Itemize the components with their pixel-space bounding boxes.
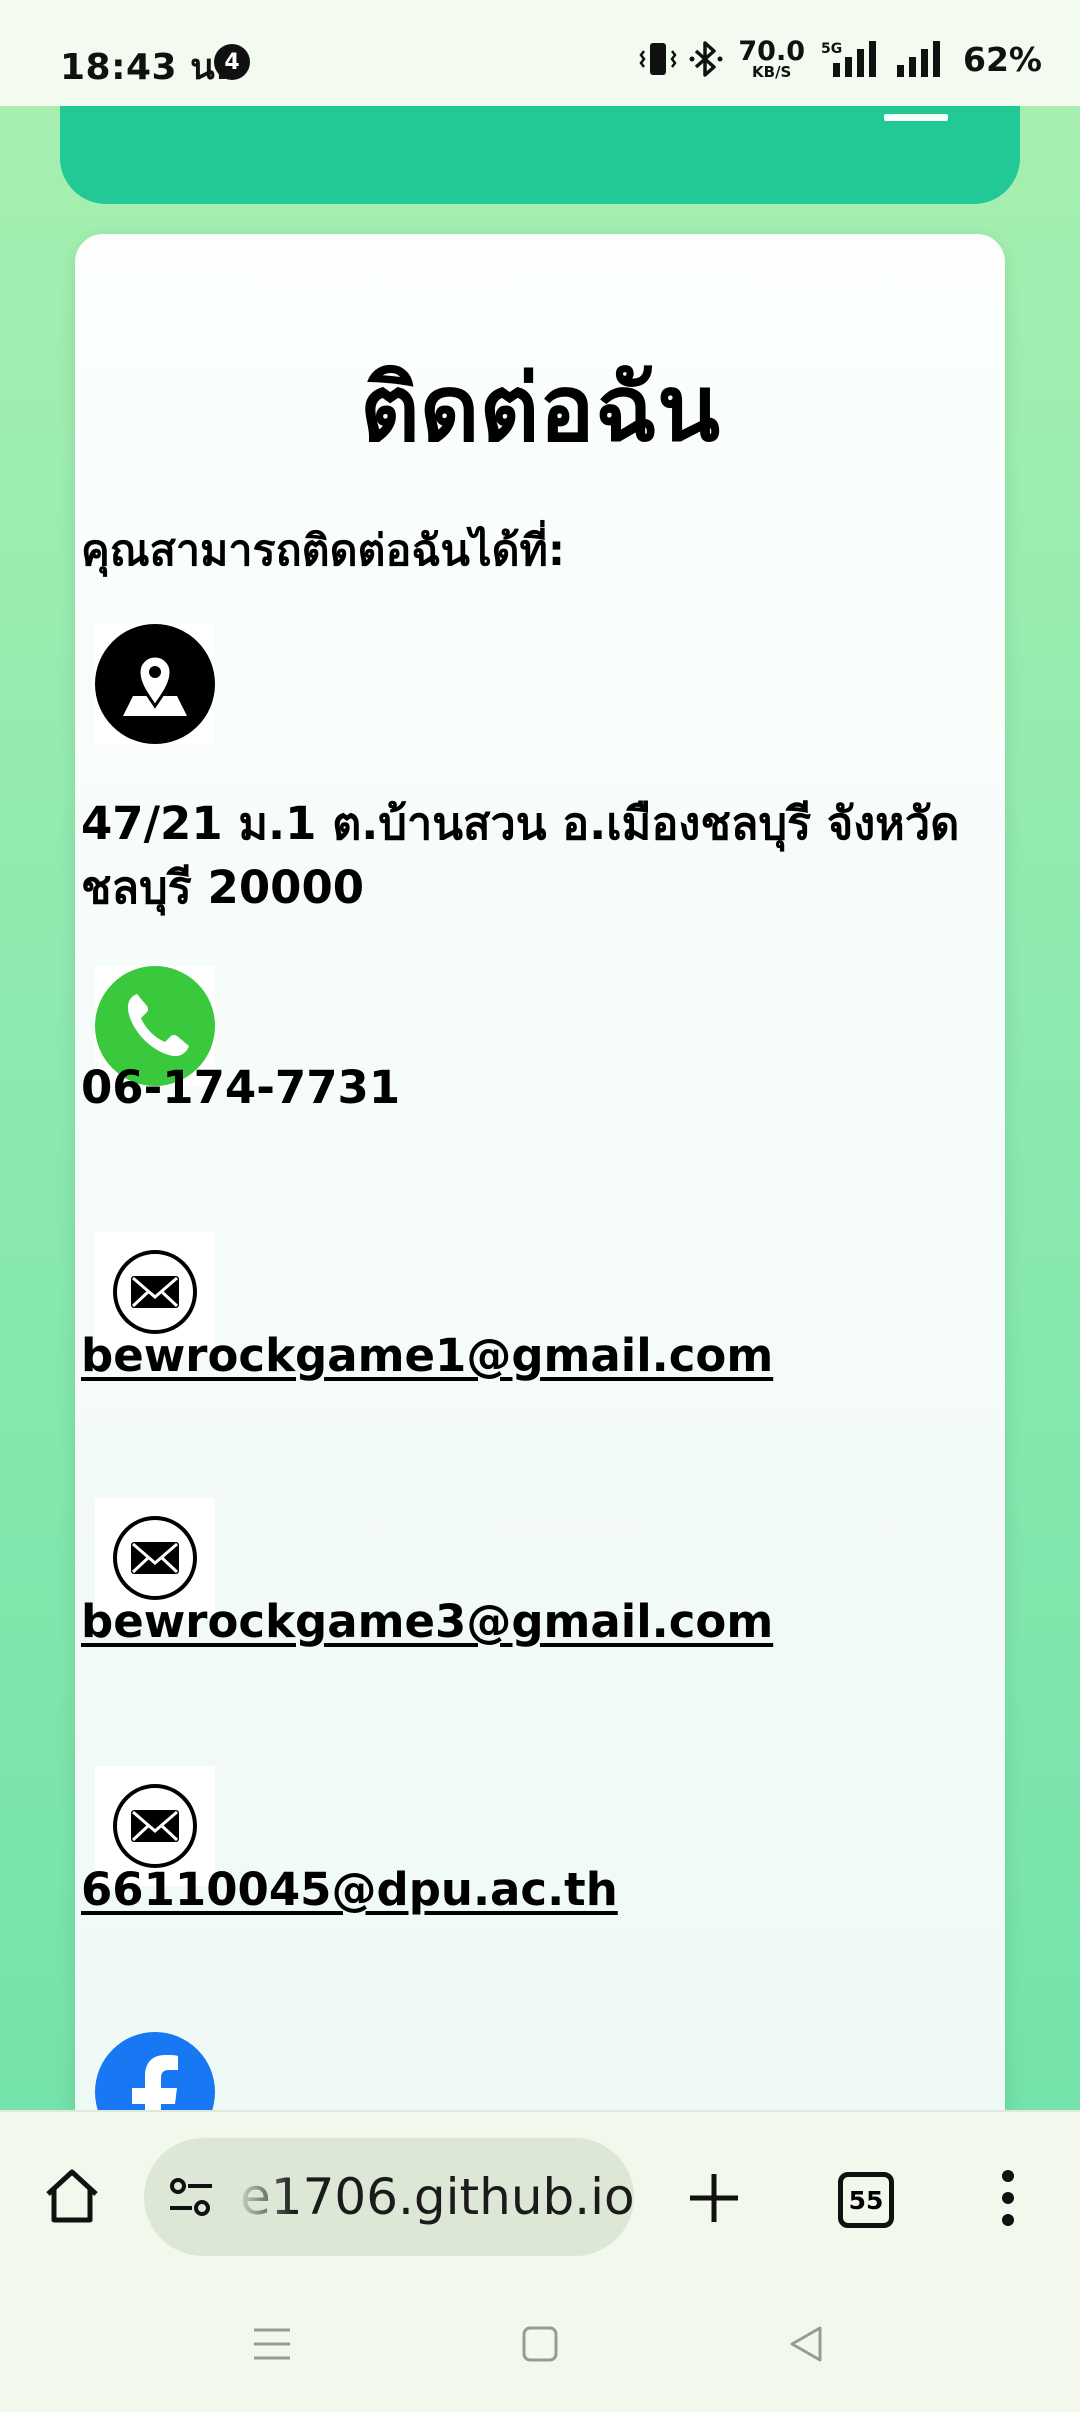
network-speed-unit: KB/S bbox=[752, 63, 792, 81]
phone-number[interactable]: 06-174-7731 bbox=[81, 1056, 991, 1120]
status-indicators: 70.0 KB/S 5G 62% bbox=[638, 34, 1042, 84]
network-speed-value: 70.0 bbox=[738, 36, 805, 67]
back-icon[interactable] bbox=[786, 2324, 826, 2364]
browser-toolbar: e1706.github.io 55 bbox=[0, 2110, 1080, 2284]
system-nav-bar bbox=[0, 2282, 1080, 2412]
home-icon[interactable] bbox=[40, 2164, 104, 2228]
status-bar: 18:43 น. 4 70.0 KB/S 5G 62% bbox=[0, 0, 1080, 106]
contact-subtitle: คุณสามารถติดต่อฉันได้ที่: bbox=[81, 526, 566, 576]
signal-5g-icon: 5G bbox=[821, 41, 876, 77]
svg-text:5G: 5G bbox=[821, 41, 842, 57]
map-pin-icon bbox=[95, 624, 215, 744]
network-speed: 70.0 KB/S bbox=[738, 38, 805, 80]
vibrate-icon bbox=[639, 43, 677, 75]
site-settings-icon[interactable] bbox=[168, 2176, 214, 2218]
facebook-icon[interactable] bbox=[95, 2032, 215, 2114]
tab-switcher-button[interactable]: 55 bbox=[838, 2172, 894, 2228]
home-nav-icon[interactable] bbox=[520, 2324, 560, 2364]
bluetooth-icon bbox=[689, 41, 723, 77]
more-options-icon[interactable] bbox=[996, 2168, 1020, 2228]
new-tab-icon[interactable] bbox=[684, 2168, 744, 2228]
location-icon-box bbox=[95, 624, 215, 744]
contact-card: ติดต่อฉัน คุณสามารถติดต่อฉันได้ที่: 47/2… bbox=[75, 234, 1005, 2114]
url-fade bbox=[234, 2138, 294, 2256]
signal-icon bbox=[897, 41, 940, 77]
email-link-1[interactable]: bewrockgame1@gmail.com bbox=[81, 1324, 991, 1388]
page-title: ติดต่อฉัน bbox=[359, 355, 721, 462]
status-time: 18:43 น. bbox=[60, 47, 230, 88]
address-bar[interactable]: e1706.github.io bbox=[144, 2138, 634, 2256]
facebook-icon-box[interactable] bbox=[95, 2032, 215, 2114]
recents-icon[interactable] bbox=[252, 2324, 292, 2364]
address-text: 47/21 ม.1 ต.บ้านสวน อ.เมืองชลบุรี จังหวั… bbox=[81, 797, 960, 914]
site-header bbox=[60, 106, 1020, 204]
menu-toggle-icon[interactable] bbox=[884, 114, 948, 121]
notification-count-badge: 4 bbox=[214, 44, 250, 80]
email-link-3[interactable]: 66110045@dpu.ac.th bbox=[81, 1858, 991, 1922]
email-link-2[interactable]: bewrockgame3@gmail.com bbox=[81, 1590, 991, 1654]
battery-level: 62% bbox=[963, 39, 1042, 79]
url-text: e1706.github.io bbox=[240, 2168, 634, 2226]
